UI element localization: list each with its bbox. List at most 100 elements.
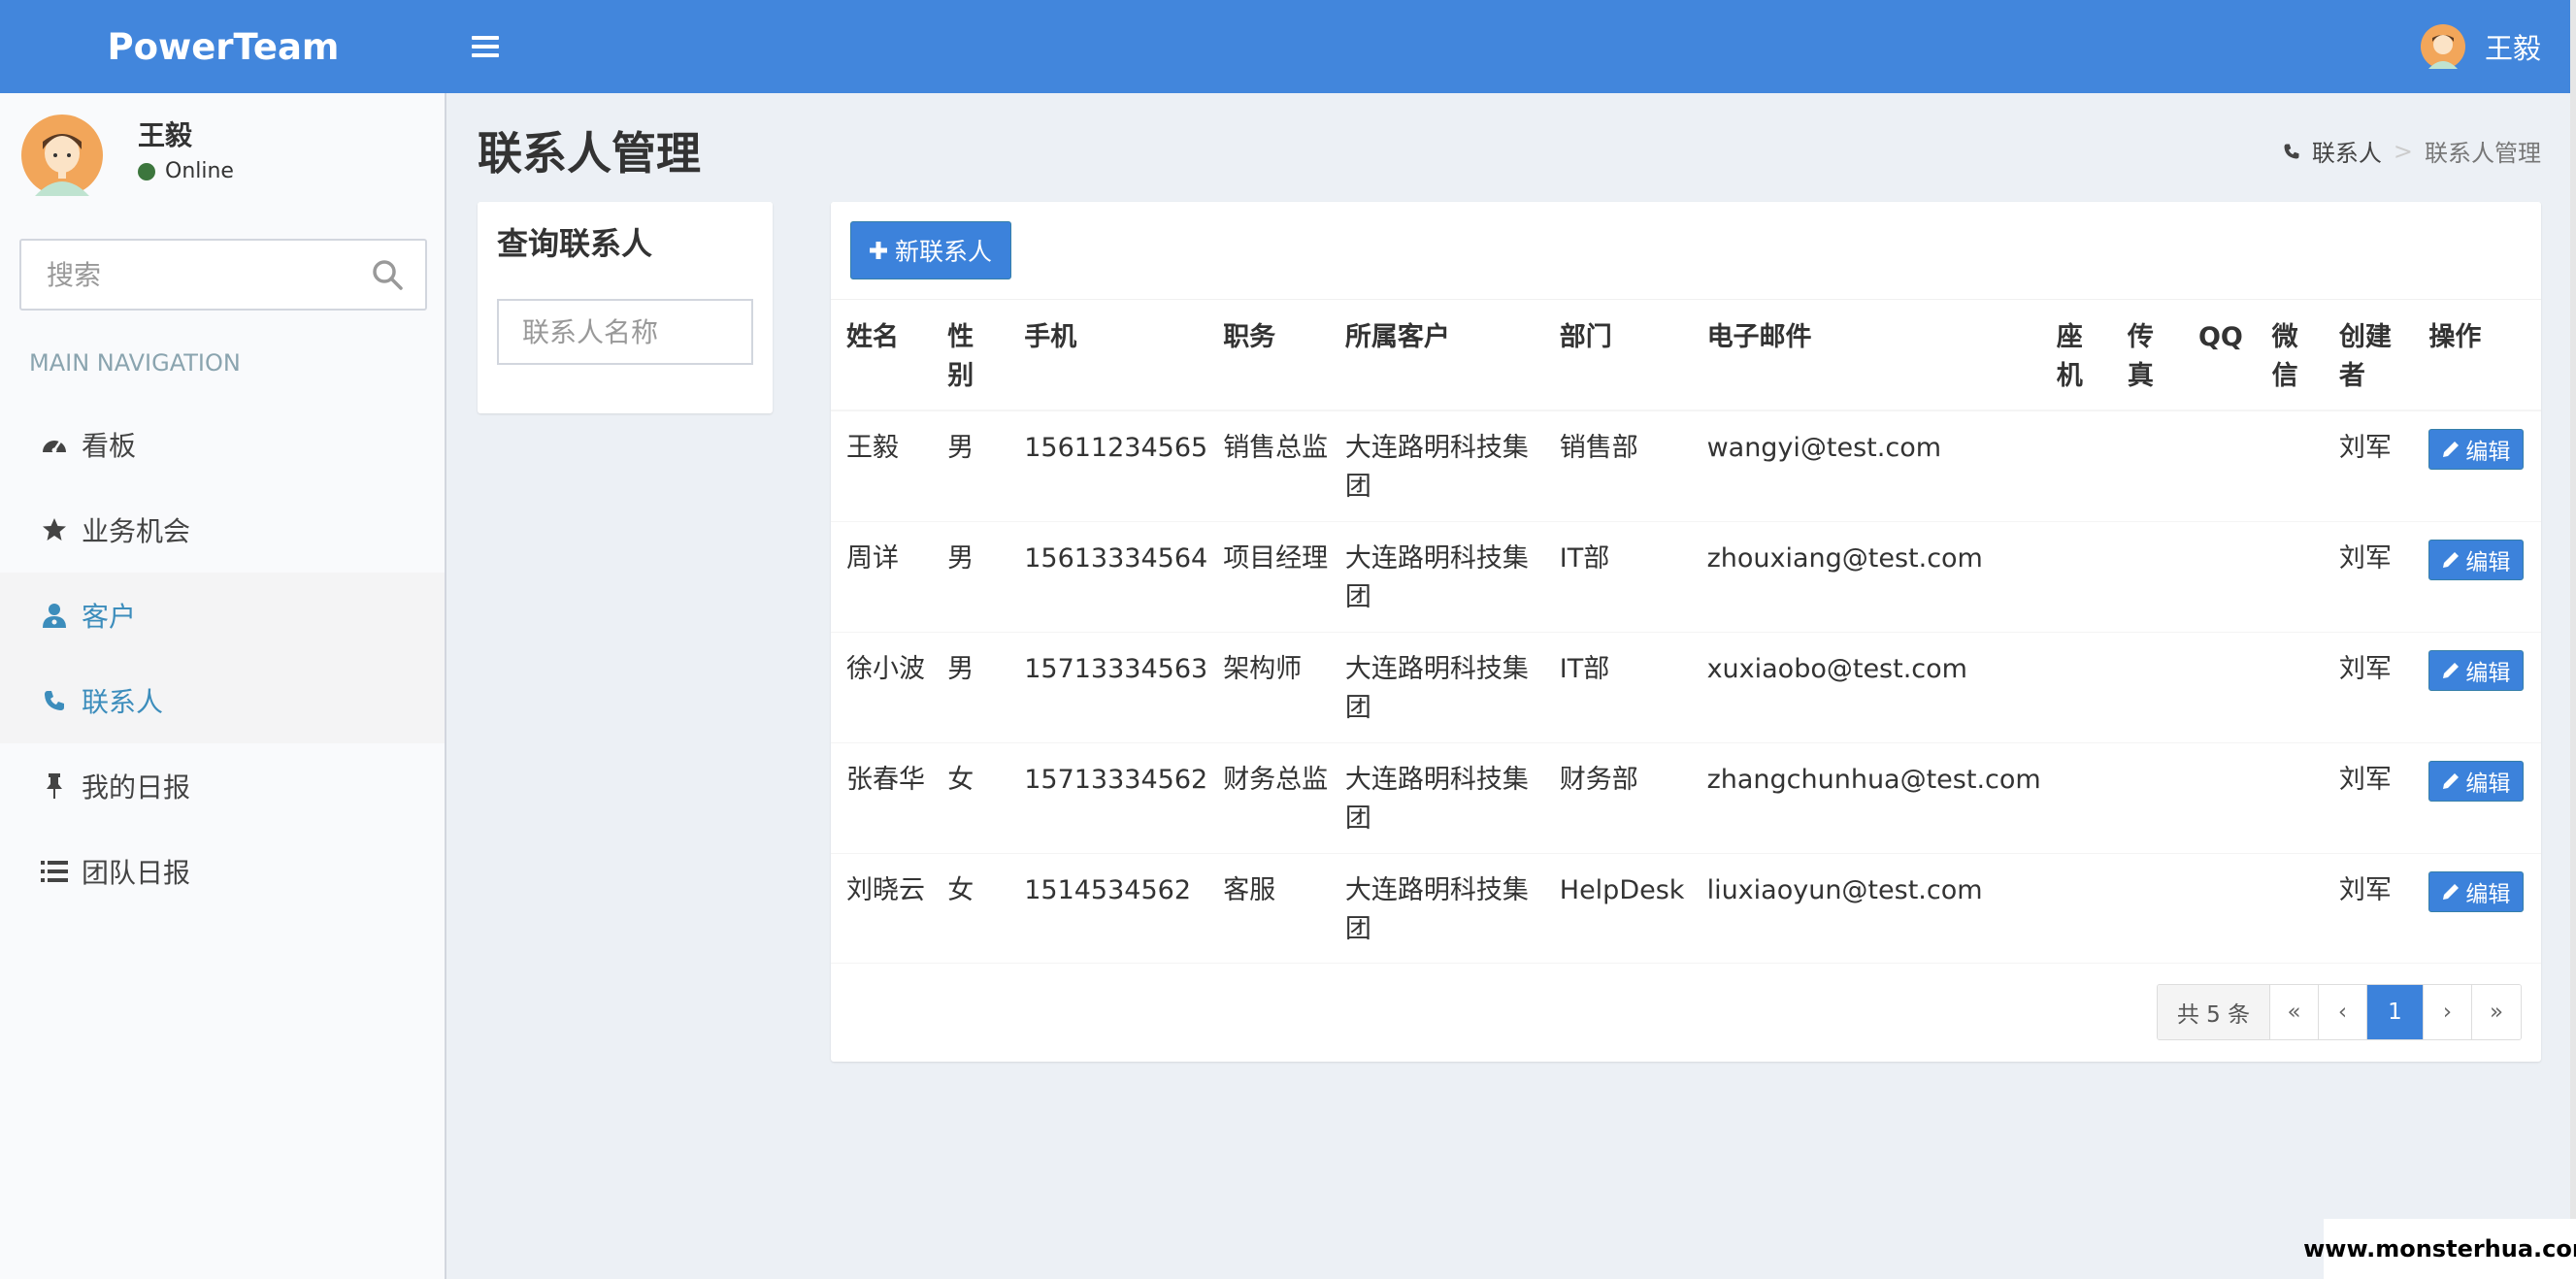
pencil-icon bbox=[2443, 883, 2460, 900]
contact-name-input[interactable] bbox=[497, 299, 753, 365]
cell-customer: 大连路明科技集团 bbox=[1329, 741, 1544, 853]
cell-wechat bbox=[2256, 410, 2324, 521]
search-icon[interactable] bbox=[371, 258, 404, 291]
pencil-icon bbox=[2443, 551, 2460, 568]
cell-phone bbox=[2040, 410, 2112, 521]
user-status: Online bbox=[138, 159, 234, 183]
cell-name: 张春华 bbox=[831, 741, 933, 853]
cell-email: wangyi@test.com bbox=[1691, 410, 2041, 521]
column-header[interactable]: 姓名 bbox=[831, 299, 933, 411]
sidebar-search-input[interactable] bbox=[21, 241, 351, 309]
cell-fax bbox=[2111, 520, 2183, 632]
cell-customer: 大连路明科技集团 bbox=[1329, 852, 1544, 964]
column-header[interactable]: QQ bbox=[2182, 299, 2257, 411]
pagination-last[interactable]: » bbox=[2472, 985, 2521, 1039]
user-menu[interactable]: 王毅 bbox=[2420, 0, 2541, 93]
online-dot-icon bbox=[138, 162, 155, 180]
cell-email: zhouxiang@test.com bbox=[1691, 520, 2041, 632]
cell-wechat bbox=[2256, 852, 2324, 964]
dashboard-icon bbox=[41, 431, 68, 458]
window-edge bbox=[2570, 0, 2576, 1279]
cell-name: 徐小波 bbox=[831, 631, 933, 742]
phone-icon bbox=[41, 687, 68, 714]
query-panel: 查询联系人 bbox=[478, 202, 773, 413]
app-logo[interactable]: PowerTeam bbox=[0, 0, 446, 93]
cell-qq bbox=[2182, 852, 2257, 964]
column-header[interactable]: 职务 bbox=[1207, 299, 1330, 411]
contacts-panel: 新联系人 姓名 性别 手机 职务 所属客户 部门 电子邮件 座机 传真 QQ 微… bbox=[831, 202, 2541, 1062]
sidebar-item-label: 团队日报 bbox=[82, 857, 191, 889]
sidebar-user-name: 王毅 bbox=[138, 119, 193, 151]
column-header[interactable]: 所属客户 bbox=[1329, 299, 1544, 411]
table-row: 周详 男 15613334564 项目经理 大连路明科技集团 IT部 zhoux… bbox=[831, 520, 2541, 632]
column-header[interactable]: 部门 bbox=[1543, 299, 1692, 411]
cell-mobile: 15611234565 bbox=[1008, 410, 1208, 521]
cell-customer: 大连路明科技集团 bbox=[1329, 520, 1544, 632]
cell-wechat bbox=[2256, 520, 2324, 632]
pencil-icon bbox=[2443, 662, 2460, 678]
breadcrumb-parent[interactable]: 联系人 bbox=[2312, 134, 2382, 168]
cell-actions: 编辑 bbox=[2413, 631, 2541, 742]
new-contact-button-label: 新联系人 bbox=[894, 238, 992, 266]
edit-button[interactable]: 编辑 bbox=[2428, 760, 2525, 802]
sidebar-item-dashboard[interactable]: 看板 bbox=[0, 402, 445, 487]
sidebar-item-team-daily-report[interactable]: 团队日报 bbox=[0, 829, 445, 914]
edit-button[interactable]: 编辑 bbox=[2428, 870, 2525, 912]
cell-gender: 女 bbox=[932, 741, 1009, 853]
top-header: PowerTeam 王毅 bbox=[0, 0, 2576, 93]
column-header[interactable]: 电子邮件 bbox=[1691, 299, 2041, 411]
edit-button[interactable]: 编辑 bbox=[2428, 429, 2525, 470]
cell-qq bbox=[2182, 741, 2257, 853]
cell-fax bbox=[2111, 410, 2183, 521]
cell-customer: 大连路明科技集团 bbox=[1329, 410, 1544, 521]
cell-phone bbox=[2040, 741, 2112, 853]
user-md-icon bbox=[41, 602, 68, 629]
cell-qq bbox=[2182, 410, 2257, 521]
sidebar-item-my-daily-report[interactable]: 我的日报 bbox=[0, 743, 445, 829]
cell-mobile: 15713334563 bbox=[1008, 631, 1208, 742]
pencil-icon bbox=[2443, 442, 2460, 457]
pushpin-icon bbox=[41, 772, 68, 800]
cell-title: 项目经理 bbox=[1207, 520, 1330, 632]
pagination-next[interactable]: › bbox=[2424, 985, 2472, 1039]
cell-title: 销售总监 bbox=[1207, 410, 1330, 521]
user-panel: 王毅 Online bbox=[21, 115, 429, 196]
cell-title: 架构师 bbox=[1207, 631, 1330, 742]
sidebar-item-label: 业务机会 bbox=[82, 515, 191, 547]
contacts-table: 姓名 性别 手机 职务 所属客户 部门 电子邮件 座机 传真 QQ 微信 创建者… bbox=[831, 299, 2541, 964]
column-header[interactable]: 创建者 bbox=[2323, 299, 2414, 411]
sidebar-item-label: 客户 bbox=[82, 601, 137, 633]
sidebar-item-customers[interactable]: 客户 bbox=[0, 573, 445, 658]
sidebar-item-label: 联系人 bbox=[82, 686, 164, 718]
sidebar-item-opportunities[interactable]: 业务机会 bbox=[0, 487, 445, 573]
cell-title: 财务总监 bbox=[1207, 741, 1330, 853]
cell-mobile: 15613334564 bbox=[1008, 520, 1208, 632]
pagination-page-current[interactable]: 1 bbox=[2367, 985, 2424, 1039]
column-header[interactable]: 微信 bbox=[2256, 299, 2324, 411]
sidebar: 王毅 Online MAIN NAVIGATION 看板 业务机会 客户 bbox=[0, 93, 446, 1279]
column-header[interactable]: 传真 bbox=[2111, 299, 2183, 411]
cell-gender: 男 bbox=[932, 631, 1009, 742]
cell-actions: 编辑 bbox=[2413, 520, 2541, 632]
pagination-total: 共 5 条 bbox=[2158, 985, 2270, 1039]
edit-button[interactable]: 编辑 bbox=[2428, 649, 2525, 691]
edit-button[interactable]: 编辑 bbox=[2428, 539, 2525, 580]
cell-mobile: 15713334562 bbox=[1008, 741, 1208, 853]
sidebar-item-contacts[interactable]: 联系人 bbox=[0, 658, 445, 743]
cell-creator: 刘军 bbox=[2323, 631, 2414, 742]
sidebar-toggle-icon[interactable] bbox=[472, 27, 499, 66]
edit-button-label: 编辑 bbox=[2465, 660, 2511, 686]
pagination-prev[interactable]: ‹ bbox=[2319, 985, 2367, 1039]
new-contact-button[interactable]: 新联系人 bbox=[850, 221, 1011, 279]
pagination-first[interactable]: « bbox=[2270, 985, 2319, 1039]
sidebar-item-label: 我的日报 bbox=[82, 771, 191, 803]
cell-wechat bbox=[2256, 631, 2324, 742]
column-header[interactable]: 手机 bbox=[1008, 299, 1208, 411]
cell-fax bbox=[2111, 852, 2183, 964]
user-avatar-icon bbox=[21, 115, 103, 196]
cell-dept: 财务部 bbox=[1543, 741, 1692, 853]
cell-creator: 刘军 bbox=[2323, 410, 2414, 521]
column-header[interactable]: 性别 bbox=[932, 299, 1009, 411]
column-header[interactable]: 座机 bbox=[2040, 299, 2112, 411]
cell-dept: IT部 bbox=[1543, 631, 1692, 742]
